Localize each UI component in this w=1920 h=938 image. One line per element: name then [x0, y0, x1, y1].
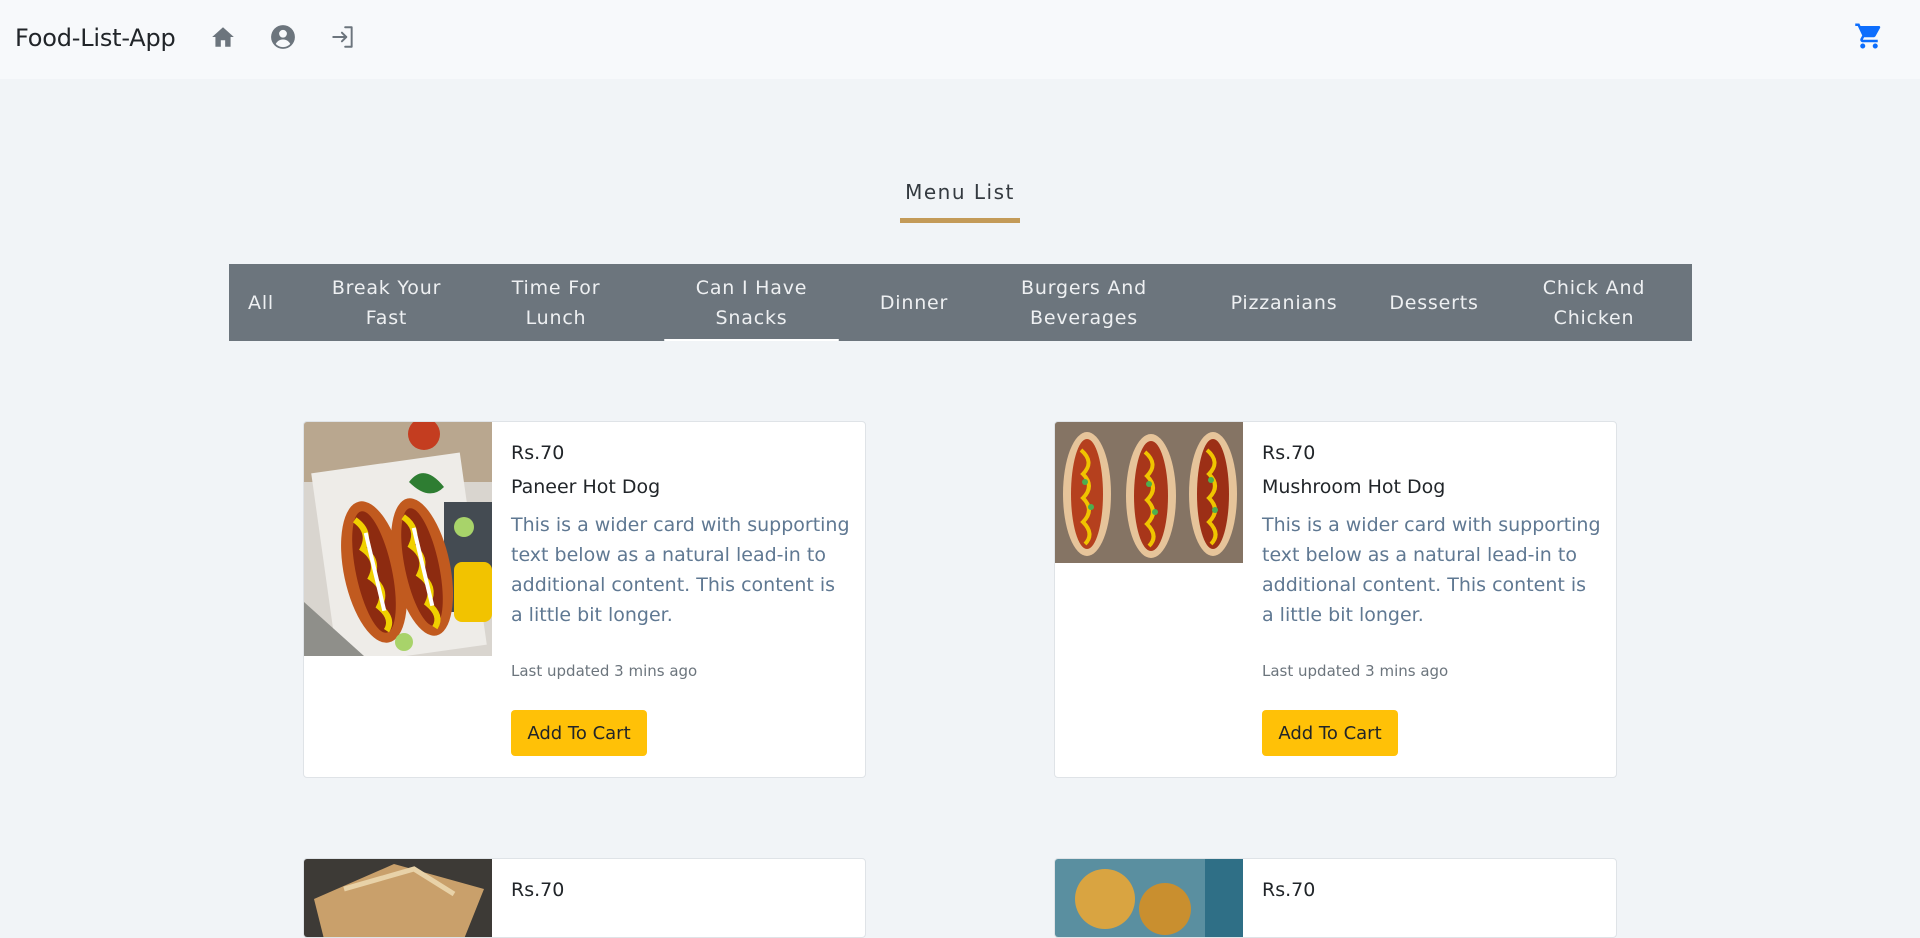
tab-chick-and-chicken[interactable]: Chick And Chicken	[1534, 264, 1654, 341]
heading-underline	[900, 218, 1020, 223]
food-description: This is a wider card with supporting tex…	[511, 514, 850, 626]
food-card: Rs.70	[303, 858, 866, 938]
tab-all[interactable]: All	[241, 264, 281, 341]
navbar: Food-List-App	[0, 0, 1920, 79]
price: Rs.70	[1262, 879, 1316, 901]
tab-time-for-lunch[interactable]: Time For Lunch	[501, 264, 611, 341]
cart-icon[interactable]	[1854, 21, 1884, 51]
menu-list-heading: Menu List	[905, 180, 1015, 204]
last-updated: Last updated 3 mins ago	[511, 662, 698, 680]
food-image	[304, 422, 492, 656]
tab-break-your-fast[interactable]: Break Your Fast	[329, 264, 444, 341]
food-image	[1055, 859, 1243, 937]
tab-can-i-have-snacks[interactable]: Can I Have Snacks	[664, 264, 839, 341]
food-title: Paneer Hot Dog	[511, 476, 661, 498]
price: Rs.70	[511, 879, 565, 901]
last-updated: Last updated 3 mins ago	[1262, 662, 1449, 680]
tab-dinner[interactable]: Dinner	[869, 264, 959, 341]
price: Rs.70	[1262, 442, 1316, 464]
food-card: Rs.70 Mushroom Hot Dog This is a wider c…	[1054, 421, 1617, 778]
login-icon[interactable]	[328, 22, 358, 52]
food-card: Rs.70	[1054, 858, 1617, 938]
tab-desserts[interactable]: Desserts	[1379, 264, 1489, 341]
add-to-cart-button[interactable]: Add To Cart	[511, 710, 647, 756]
tab-burgers-and-beverages[interactable]: Burgers And Beverages	[1009, 264, 1159, 341]
food-image	[1055, 422, 1243, 563]
food-card: Rs.70 Paneer Hot Dog This is a wider car…	[303, 421, 866, 778]
food-title: Mushroom Hot Dog	[1262, 476, 1446, 498]
tab-pizzanians[interactable]: Pizzanians	[1214, 264, 1354, 341]
account-icon[interactable]	[268, 22, 298, 52]
food-image	[304, 859, 492, 937]
brand-link[interactable]: Food-List-App	[15, 24, 176, 52]
home-icon[interactable]	[208, 22, 238, 52]
add-to-cart-button[interactable]: Add To Cart	[1262, 710, 1398, 756]
category-tabs: All Break Your Fast Time For Lunch Can I…	[229, 264, 1692, 341]
food-description: This is a wider card with supporting tex…	[1262, 514, 1601, 626]
price: Rs.70	[511, 442, 565, 464]
